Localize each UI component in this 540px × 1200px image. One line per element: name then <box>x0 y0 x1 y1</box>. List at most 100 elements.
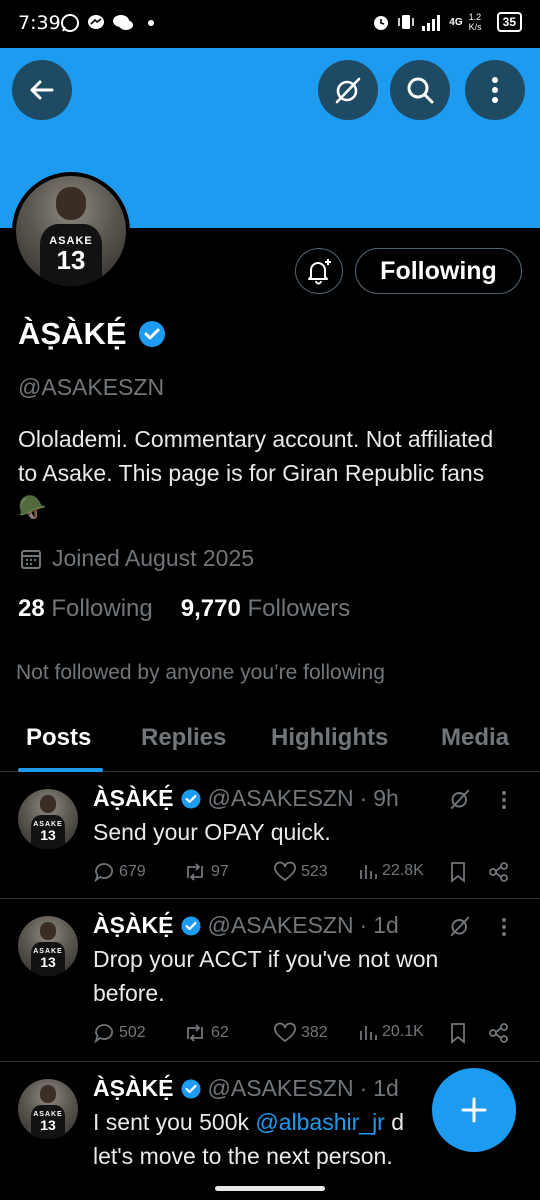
joined-text: Joined August 2025 <box>52 545 255 571</box>
tab-highlights[interactable]: Highlights <box>271 724 388 752</box>
post-avatar-jersey-number: 13 <box>40 827 56 844</box>
like-count: 382 <box>301 1024 328 1041</box>
verified-badge-icon <box>180 915 201 936</box>
reply-icon <box>94 1024 113 1044</box>
bell-plus-icon <box>308 259 331 285</box>
bookmark-icon[interactable] <box>448 1022 468 1044</box>
compose-button[interactable] <box>432 1068 516 1152</box>
post-author-name: ÀṢÀKẸ́ <box>93 912 174 938</box>
back-button[interactable] <box>12 60 72 120</box>
notification-dot <box>148 20 154 26</box>
like-button[interactable]: 523 <box>273 861 328 883</box>
reply-count: 502 <box>119 1024 146 1041</box>
post-item[interactable]: ASAKE 13 ÀṢÀKẸ́ @ASAKESZN · 9h Send your … <box>0 773 540 899</box>
alarm-icon <box>374 16 389 30</box>
views-button[interactable]: 20.1K <box>358 1022 424 1042</box>
share-icon[interactable] <box>488 861 510 883</box>
post-more-icon[interactable] <box>500 917 508 937</box>
whatsapp-icon <box>61 14 79 32</box>
grok-icon[interactable] <box>448 914 472 938</box>
repost-button[interactable]: 97 <box>183 861 229 883</box>
tab-posts[interactable]: Posts <box>26 724 91 752</box>
reply-button[interactable]: 679 <box>93 861 146 883</box>
post-separator: · <box>359 785 368 811</box>
repost-count: 62 <box>211 1024 229 1041</box>
plus-icon <box>461 1097 487 1123</box>
post-text-part: I sent you 500k <box>93 1109 256 1135</box>
following-count: 28 <box>18 595 45 622</box>
post-text: Send your OPAY quick. <box>93 819 331 845</box>
post-more-icon[interactable] <box>500 790 508 810</box>
home-indicator[interactable] <box>215 1186 325 1191</box>
post-author-name: ÀṢÀKẸ́ <box>93 785 174 811</box>
verified-badge-icon[interactable] <box>137 319 167 349</box>
profile-avatar[interactable]: ASAKE 13 <box>12 172 130 290</box>
more-button[interactable] <box>465 60 525 120</box>
post-actions: 502 62 382 20.1K <box>93 1022 523 1048</box>
following-stat[interactable]: 28 Following <box>18 595 153 623</box>
battery-indicator: 35 <box>496 12 522 32</box>
post-text-part: let's move to the next person. <box>93 1143 393 1169</box>
repost-count: 97 <box>211 863 229 880</box>
grok-button[interactable] <box>318 60 378 120</box>
system-icons: 4G 1.2 K/s 35 <box>371 12 522 32</box>
search-button[interactable] <box>390 60 450 120</box>
post-time: 1d <box>373 912 399 938</box>
notifications-toggle-button[interactable] <box>295 248 343 294</box>
profile-name-row: ÀṢÀKẸ́ <box>18 316 167 352</box>
mention-link[interactable]: @albashir_jr <box>255 1109 384 1135</box>
reply-count: 679 <box>119 863 146 880</box>
share-icon[interactable] <box>488 1022 510 1044</box>
post-handle: @ASAKESZN <box>207 785 354 811</box>
post-header: ÀṢÀKẸ́ @ASAKESZN · 1d <box>93 1075 399 1102</box>
repost-button[interactable]: 62 <box>183 1022 229 1044</box>
post-avatar[interactable]: ASAKE 13 <box>18 789 78 849</box>
reply-button[interactable]: 502 <box>93 1022 146 1044</box>
post-header: ÀṢÀKẸ́ @ASAKESZN · 9h <box>93 785 399 812</box>
followers-stat[interactable]: 9,770 Followers <box>181 595 350 623</box>
post-actions: 679 97 523 22.8K <box>93 861 523 887</box>
profile-handle: @ASAKESZN <box>18 374 165 400</box>
post-text-part: d <box>384 1109 405 1135</box>
repost-icon <box>187 863 203 881</box>
views-icon <box>360 865 377 879</box>
heart-icon <box>274 1022 296 1043</box>
post-author-name: ÀṢÀKẸ́ <box>93 1075 174 1101</box>
like-button[interactable]: 382 <box>273 1022 328 1044</box>
post-time: 1d <box>373 1075 399 1101</box>
post-avatar-jersey-number: 13 <box>40 954 56 971</box>
post-separator: · <box>359 912 368 938</box>
reply-icon <box>94 863 113 883</box>
post-avatar-jersey-number: 13 <box>40 1117 56 1134</box>
calendar-icon <box>21 549 41 569</box>
view-count: 20.1K <box>382 1023 424 1040</box>
not-followed-note: Not followed by anyone you’re following <box>16 661 385 684</box>
messenger-icon <box>88 15 104 29</box>
post-item[interactable]: ASAKE 13 ÀṢÀKẸ́ @ASAKESZN · 1d Drop your … <box>0 900 540 1062</box>
verified-badge-icon <box>180 788 201 809</box>
chat-icon <box>113 15 133 30</box>
follow-stats: 28 Following 9,770 Followers <box>18 595 350 623</box>
tab-media[interactable]: Media <box>441 724 509 752</box>
bookmark-icon[interactable] <box>448 861 468 883</box>
profile-tabs: Posts Replies Highlights Media <box>0 712 540 772</box>
post-time: 9h <box>373 785 399 811</box>
views-button[interactable]: 22.8K <box>358 861 424 881</box>
signal-icon <box>422 15 441 31</box>
grok-icon[interactable] <box>448 787 472 811</box>
verified-badge-icon <box>180 1078 201 1099</box>
post-text: Drop your ACCT if you've not won before. <box>93 946 439 1006</box>
following-button[interactable]: Following <box>355 248 522 294</box>
post-avatar[interactable]: ASAKE 13 <box>18 916 78 976</box>
post-avatar[interactable]: ASAKE 13 <box>18 1079 78 1139</box>
status-time: 7:39 <box>18 12 61 34</box>
profile-bio: Ololademi. Commentary account. Not affil… <box>18 426 494 520</box>
repost-icon <box>187 1024 203 1042</box>
grok-icon <box>335 77 361 104</box>
active-tab-indicator <box>18 768 103 772</box>
followers-count: 9,770 <box>180 595 241 622</box>
tab-replies[interactable]: Replies <box>141 724 226 752</box>
post-handle: @ASAKESZN <box>207 912 354 938</box>
view-count: 22.8K <box>382 862 424 879</box>
profile-name: ÀṢÀKẸ́ <box>18 316 127 351</box>
